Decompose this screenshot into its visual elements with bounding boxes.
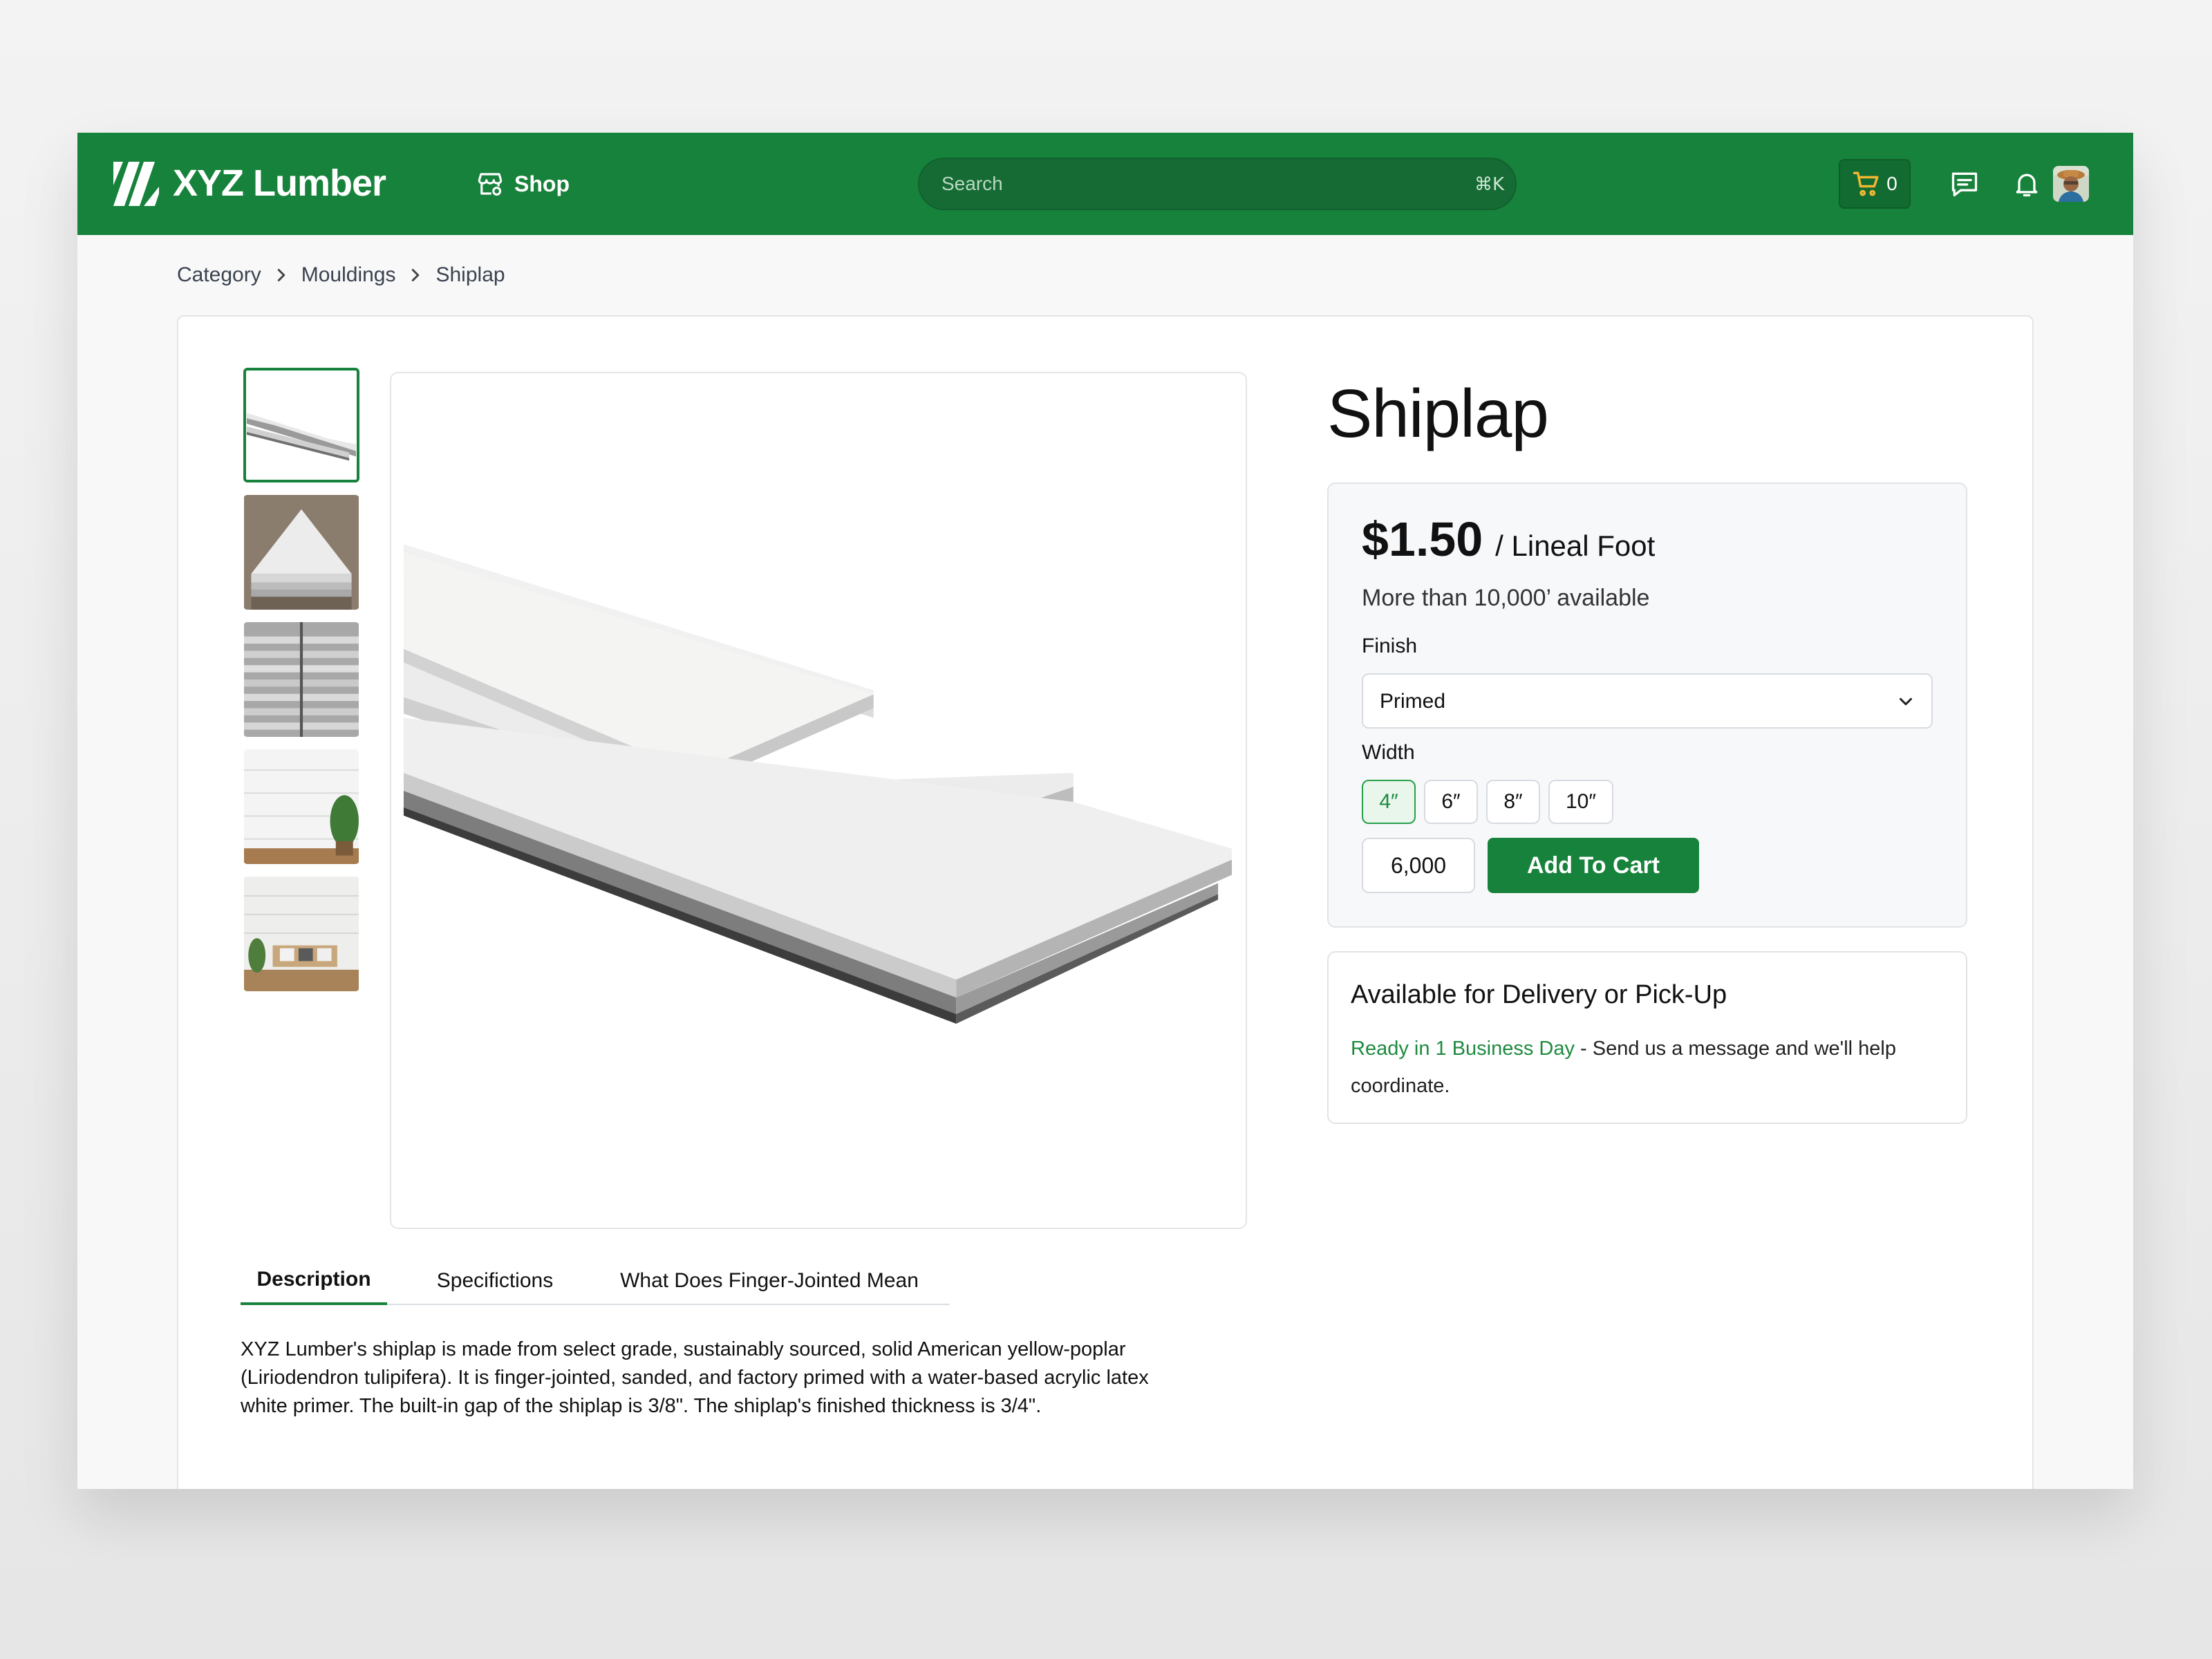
width-label: Width [1362, 741, 1415, 764]
top-navigation-bar: XYZ Lumber Shop ⌘K 0 [77, 133, 2133, 235]
thumbnail-3[interactable] [243, 622, 359, 737]
bell-icon [2016, 174, 2038, 197]
search-input[interactable] [919, 159, 1515, 209]
board-pile-thumbnail [244, 622, 359, 737]
breadcrumb: Category Mouldings Shiplap [177, 261, 505, 289]
tab-finger-jointed[interactable]: What Does Finger-Jointed Mean [599, 1257, 940, 1305]
slash-stripes-logo-icon [113, 162, 159, 206]
user-avatar[interactable] [2053, 166, 2089, 202]
delivery-title: Available for Delivery or Pick-Up [1351, 980, 1727, 1009]
product-card: Shiplap $1.50 / Lineal Foot More than 10… [177, 315, 2034, 1489]
stacked-boards-thumbnail [244, 495, 359, 610]
shiplap-boards-thumbnail [247, 371, 356, 480]
breadcrumb-mouldings[interactable]: Mouldings [301, 263, 396, 287]
app-window: XYZ Lumber Shop ⌘K 0 [77, 133, 2133, 1489]
product-title: Shiplap [1327, 375, 1549, 451]
finish-select[interactable]: Primed [1362, 673, 1933, 729]
shiplap-boards-image [391, 373, 1246, 1228]
shopping-cart-icon [1853, 171, 1879, 196]
thumbnail-2[interactable] [243, 495, 359, 610]
chevron-right-icon [412, 269, 420, 281]
search-shortcut-hint: ⌘K [1474, 174, 1504, 195]
chat-icon [1951, 172, 1978, 197]
messages-button[interactable] [1947, 166, 1983, 202]
cart-button[interactable]: 0 [1839, 159, 1911, 209]
price-row: $1.50 / Lineal Foot [1362, 512, 1655, 567]
shiplap-wall-plant-thumbnail [244, 749, 359, 864]
width-option-4[interactable]: 4″ [1362, 780, 1416, 824]
finish-label: Finish [1362, 635, 1418, 657]
tab-description[interactable]: Description [241, 1257, 387, 1305]
breadcrumb-category[interactable]: Category [177, 263, 261, 287]
purchase-panel: $1.50 / Lineal Foot More than 10,000’ av… [1327, 482, 1967, 928]
storefront-icon [478, 173, 503, 196]
shop-nav-link[interactable]: Shop [476, 167, 570, 200]
delivery-panel: Available for Delivery or Pick-Up Ready … [1327, 951, 1967, 1124]
width-option-6[interactable]: 6″ [1424, 780, 1478, 824]
tab-specifications[interactable]: Specifictions [409, 1257, 581, 1305]
shiplap-room-bench-thumbnail [244, 877, 359, 991]
finish-select-value: Primed [1380, 690, 1446, 713]
availability-text: More than 10,000’ available [1362, 585, 1650, 611]
breadcrumb-shiplap: Shiplap [435, 263, 505, 286]
product-description: XYZ Lumber's shiplap is made from select… [241, 1338, 1149, 1417]
brand-name: XYZ Lumber [173, 162, 386, 204]
delivery-text: Ready in 1 Business Day - Send us a mess… [1351, 1030, 1918, 1105]
width-option-10[interactable]: 10″ [1548, 780, 1613, 824]
search-bar: ⌘K [918, 158, 1517, 210]
user-portrait-image [2053, 166, 2089, 202]
chevron-down-icon [1900, 697, 1912, 706]
ready-time-text: Ready in 1 Business Day [1351, 1038, 1575, 1060]
thumbnail-4[interactable] [243, 749, 359, 864]
brand-logo[interactable]: XYZ Lumber [112, 159, 386, 207]
thumbnail-5[interactable] [243, 877, 359, 991]
price-unit: / Lineal Foot [1495, 529, 1656, 562]
notifications-button[interactable] [2009, 166, 2045, 202]
cart-count: 0 [1886, 173, 1897, 194]
main-product-image [390, 372, 1247, 1229]
width-option-8[interactable]: 8″ [1486, 780, 1540, 824]
product-tabs: Description Specifictions What Does Fing… [241, 1257, 950, 1305]
product-price: $1.50 [1362, 512, 1483, 566]
thumbnail-1[interactable] [243, 368, 359, 482]
shop-label: Shop [514, 171, 570, 196]
chevron-right-icon [277, 269, 285, 281]
add-to-cart-button[interactable]: Add To Cart [1488, 838, 1699, 893]
quantity-input[interactable] [1362, 838, 1475, 893]
